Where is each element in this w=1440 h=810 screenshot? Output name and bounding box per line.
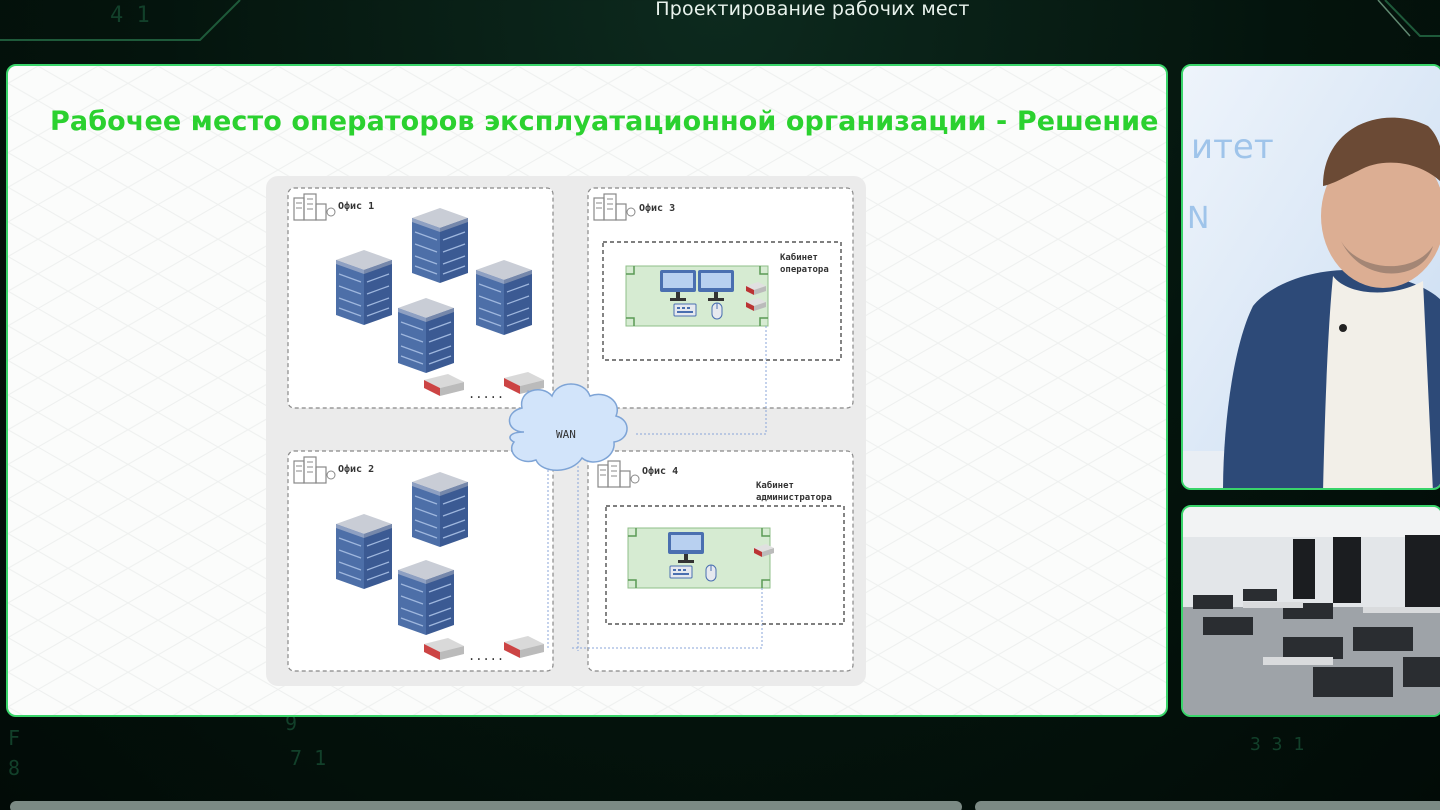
- operator-room-label-1: Кабинет: [780, 252, 818, 263]
- wan-label: WAN: [556, 428, 576, 441]
- mouse-icon: [705, 564, 717, 582]
- svg-text:7 1: 7 1: [290, 746, 326, 770]
- server-icon: [411, 471, 469, 548]
- control-room-video-frame: [1183, 507, 1440, 715]
- operator-desk: [625, 265, 769, 327]
- admin-room-label-1: Кабинет: [756, 480, 794, 491]
- speaker-video-frame: итет N: [1183, 66, 1440, 488]
- keyboard-icon: [669, 565, 693, 579]
- mouse-icon: [711, 302, 723, 320]
- backdrop-letter: N: [1187, 201, 1209, 236]
- network-diagram: Офис 1 Офис 3 Офис 2 Офис 4 ..... ..... …: [266, 176, 866, 686]
- operator-room-label-2: оператора: [780, 265, 829, 275]
- bottom-scroll-bar: [10, 801, 962, 810]
- office-3-label: Офис 3: [639, 202, 675, 214]
- admin-room-label-2: администратора: [756, 493, 832, 503]
- office-2-label: Офис 2: [338, 463, 374, 475]
- slide-title: Рабочее место операторов эксплуатационно…: [50, 106, 1159, 137]
- keyboard-icon: [673, 303, 697, 317]
- office-1-label: Офис 1: [338, 200, 374, 212]
- svg-text:8: 8: [8, 756, 20, 780]
- server-icon: [397, 559, 455, 636]
- bottom-scroll-bar-secondary: [975, 801, 1440, 810]
- server-icon: [335, 513, 393, 590]
- header-title: Проектирование рабочих мест: [655, 0, 970, 20]
- svg-text:3 3 1: 3 3 1: [1250, 734, 1304, 755]
- svg-text:F: F: [8, 726, 20, 750]
- speaker-video-panel: итет N: [1181, 64, 1440, 490]
- office-1-dots: .....: [468, 387, 504, 401]
- top-header: Проектирование рабочих мест: [0, 0, 1440, 40]
- office-4-label: Офис 4: [642, 465, 678, 477]
- server-icon: [397, 297, 455, 374]
- office-2-dots: .....: [468, 649, 504, 663]
- server-icon: [335, 249, 393, 326]
- control-room-video-panel: [1181, 505, 1440, 717]
- server-icon: [475, 259, 533, 336]
- presentation-slide: Рабочее место операторов эксплуатационно…: [6, 64, 1168, 717]
- server-icon: [411, 207, 469, 284]
- backdrop-text: итет: [1191, 127, 1274, 167]
